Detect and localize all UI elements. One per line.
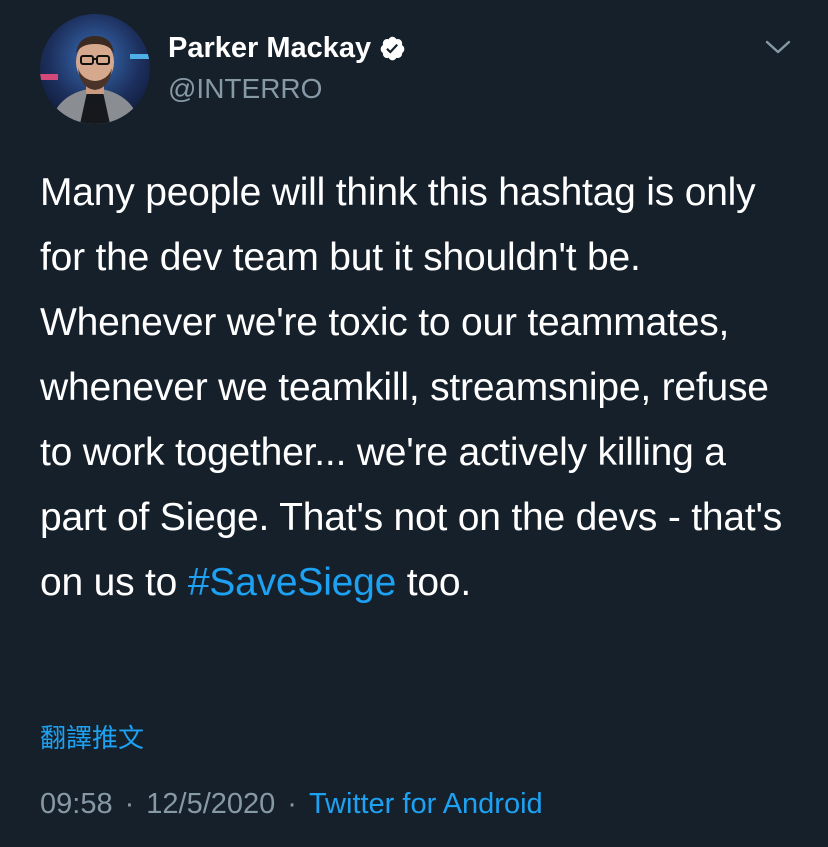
- tweet-source-link[interactable]: Twitter for Android: [309, 788, 543, 820]
- author-info[interactable]: Parker Mackay @INTERRO: [168, 30, 406, 106]
- avatar[interactable]: [40, 14, 150, 124]
- avatar-image: [40, 14, 150, 124]
- meta-separator-2: ·: [287, 788, 297, 820]
- tweet-time[interactable]: 09:58: [40, 788, 113, 820]
- username-handle[interactable]: @INTERRO: [168, 72, 406, 106]
- tweet-text-main: Many people will think this hashtag is o…: [40, 171, 783, 604]
- verified-badge-icon: [379, 35, 406, 62]
- tweet-meta: 09:58 · 12/5/2020 · Twitter for Android: [40, 784, 543, 824]
- tweet-text-end: too.: [396, 561, 472, 604]
- hashtag-link[interactable]: #SaveSiege: [188, 561, 397, 604]
- chevron-down-icon[interactable]: [764, 36, 792, 58]
- display-name[interactable]: Parker Mackay: [168, 30, 371, 66]
- tweet-card: Parker Mackay @INTERRO Many people will …: [0, 0, 828, 847]
- display-name-row: Parker Mackay: [168, 30, 406, 66]
- meta-separator: ·: [124, 788, 135, 820]
- tweet-text: Many people will think this hashtag is o…: [40, 160, 800, 615]
- translate-tweet-link[interactable]: 翻譯推文: [40, 720, 144, 756]
- tweet-date[interactable]: 12/5/2020: [146, 788, 275, 820]
